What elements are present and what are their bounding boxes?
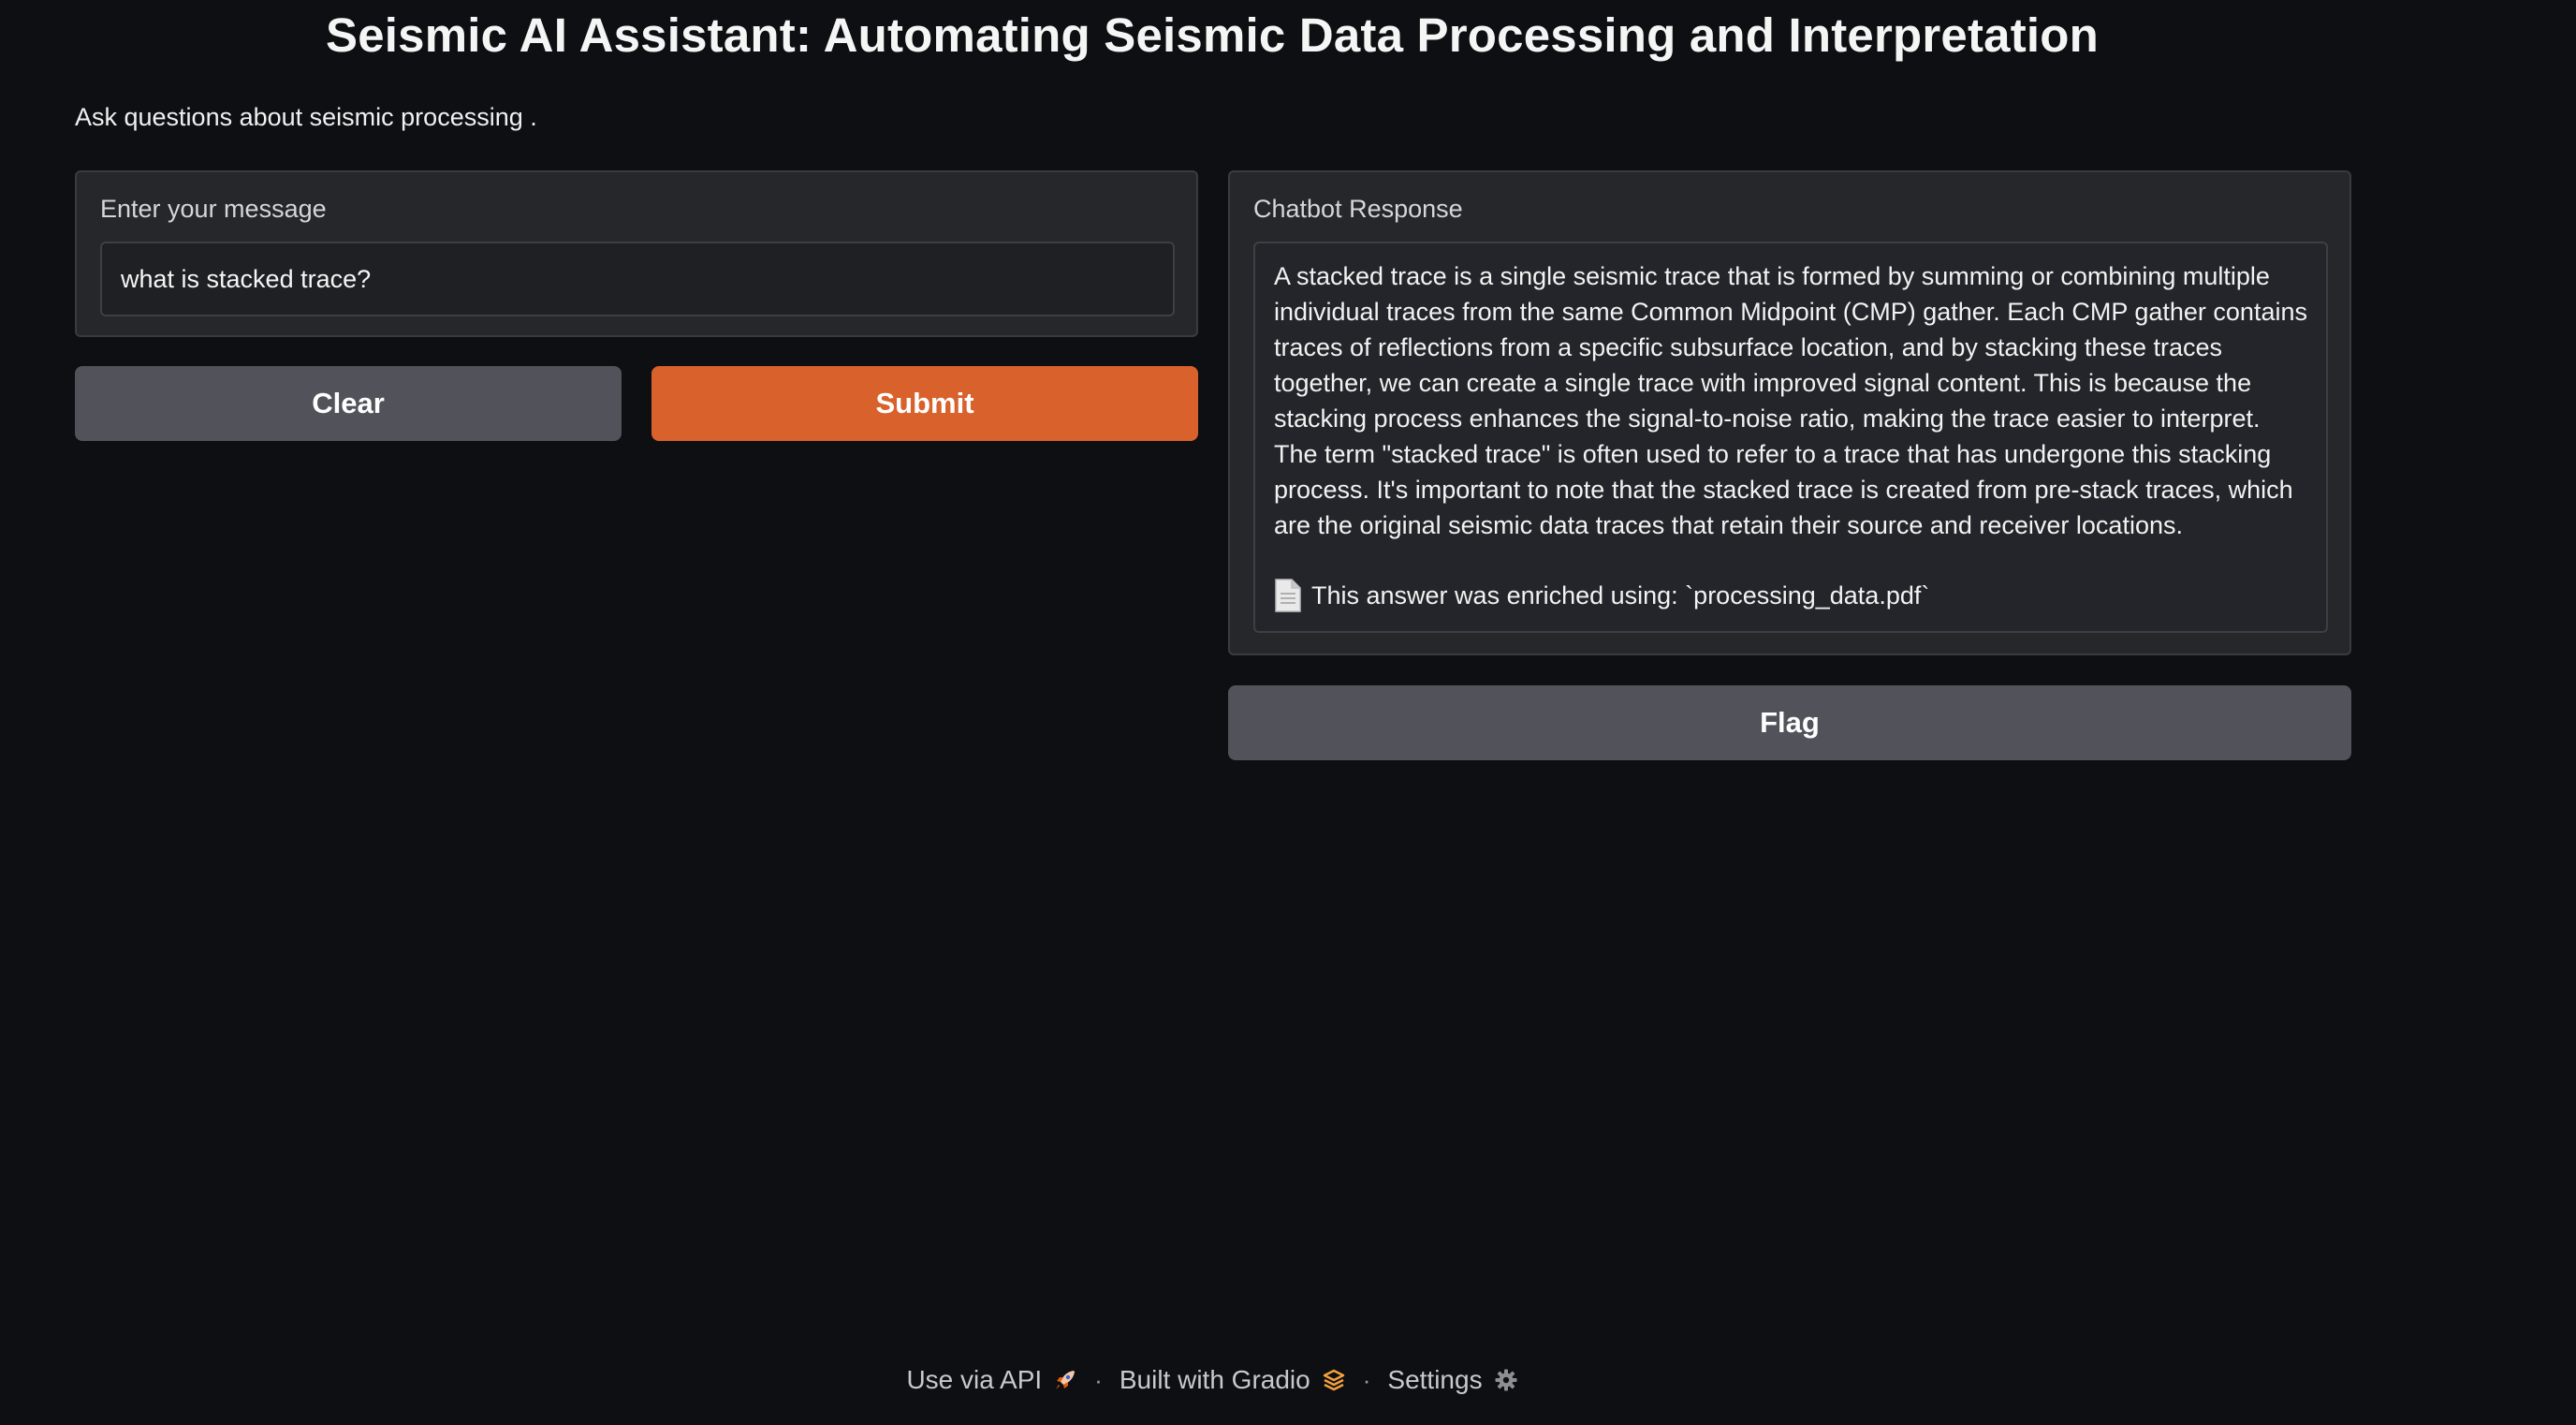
- enrichment-note: This answer was enriched using: `process…: [1274, 578, 2307, 613]
- message-input[interactable]: [100, 242, 1175, 316]
- enrichment-note-text: This answer was enriched using: `process…: [1311, 581, 1930, 610]
- message-input-label: Enter your message: [100, 195, 327, 223]
- rocket-icon: [1053, 1368, 1077, 1392]
- built-with-gradio-label: Built with Gradio: [1119, 1365, 1310, 1394]
- page-title: Seismic AI Assistant: Automating Seismic…: [326, 8, 2099, 62]
- footer-separator: ·: [1362, 1365, 1371, 1394]
- document-icon: [1274, 579, 1302, 612]
- gear-icon: [1494, 1368, 1518, 1392]
- chatbot-response-panel: Chatbot Response A stacked trace is a si…: [1228, 170, 2351, 655]
- footer-separator: ·: [1094, 1365, 1103, 1394]
- use-via-api-label: Use via API: [906, 1365, 1043, 1394]
- chatbot-response-label: Chatbot Response: [1253, 195, 1463, 223]
- message-input-panel: Enter your message: [75, 170, 1198, 337]
- clear-button[interactable]: Clear: [75, 366, 622, 441]
- footer: Use via API · Built with Gradio · Settin…: [0, 1365, 2424, 1395]
- page-description: Ask questions about seismic processing .: [75, 103, 537, 131]
- gradio-logo-icon: [1322, 1368, 1346, 1392]
- use-via-api-link[interactable]: Use via API: [906, 1365, 1077, 1395]
- chatbot-response-box[interactable]: A stacked trace is a single seismic trac…: [1253, 242, 2328, 633]
- chatbot-response-text: A stacked trace is a single seismic trac…: [1274, 262, 2307, 539]
- settings-label: Settings: [1387, 1365, 1483, 1394]
- submit-button[interactable]: Submit: [651, 366, 1198, 441]
- app-root: Seismic AI Assistant: Automating Seismic…: [0, 0, 2576, 1425]
- settings-link[interactable]: Settings: [1387, 1365, 1517, 1395]
- flag-button[interactable]: Flag: [1228, 685, 2351, 760]
- built-with-gradio-link[interactable]: Built with Gradio: [1120, 1365, 1346, 1395]
